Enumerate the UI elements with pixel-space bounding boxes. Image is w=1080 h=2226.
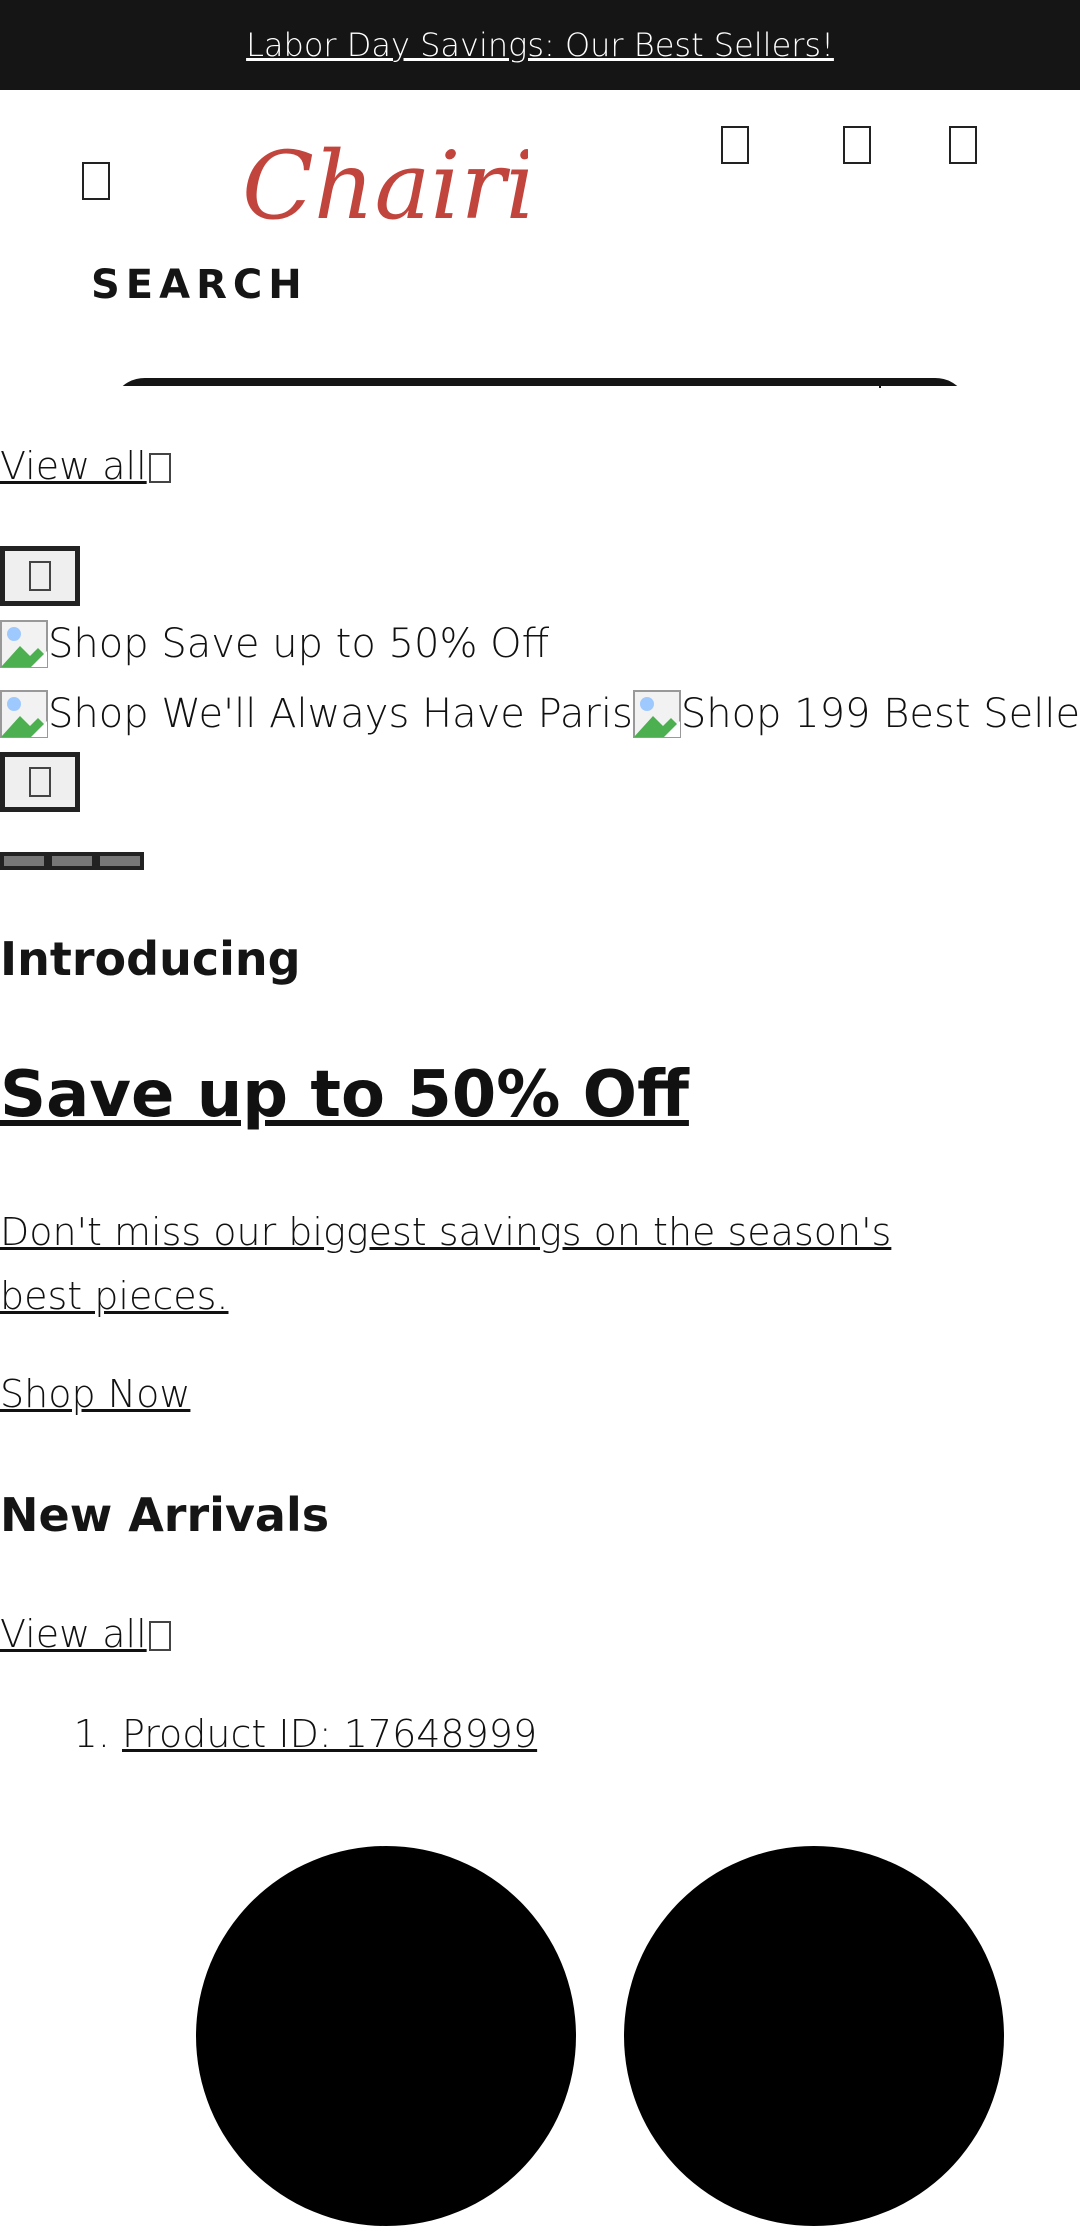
arrow-icon [148,1621,171,1651]
logo-text: Chairish [242,132,528,235]
search-label: SEARCH [91,262,308,308]
menu-icon[interactable] [82,162,110,200]
list-item: Product ID: 17648999 [122,1712,537,1756]
slide-alt-text: Shop We'll Always Have Paris [48,691,633,737]
carousel-view-all-row: View all [0,444,171,488]
top-banner: Labor Day Savings: Our Best Sellers! [0,0,1080,90]
chevron-left-icon [29,561,51,591]
carousel-slide-row-2: Shop We'll Always Have Paris Shop 199 Be… [0,690,1080,742]
product-list: Product ID: 17648999 [0,1712,537,1756]
broken-image-icon [0,690,48,738]
product-link[interactable]: Product ID: 17648999 [122,1712,537,1756]
carousel-slide-3[interactable]: Shop 199 Best Sellers [632,690,1080,738]
view-all-label: View all [0,1612,147,1656]
carousel-dots [0,852,144,870]
shop-now-link[interactable]: Shop Now [0,1372,190,1416]
slide-alt-text: Shop 199 Best Sellers [680,691,1080,737]
search-icon[interactable] [721,126,749,164]
heart-icon[interactable] [843,126,871,164]
new-arrivals-view-all-row: View all [0,1612,171,1656]
carousel-dot-1[interactable] [0,852,48,870]
search-divider [879,378,881,388]
carousel-slide-2[interactable]: Shop We'll Always Have Paris [0,690,633,738]
promo-subtitle-link[interactable]: Don't miss our biggest savings on the se… [0,1200,960,1328]
broken-image-icon [0,620,48,668]
carousel-next-button[interactable] [0,752,80,812]
chairish-logo[interactable]: Chairish [238,120,528,235]
banner-link[interactable]: Labor Day Savings: Our Best Sellers! [246,26,834,64]
carousel-dot-2[interactable] [48,852,96,870]
new-arrivals-view-all-link[interactable]: View all [0,1612,171,1656]
arrow-icon [148,453,171,483]
carousel-slide-row-1: Shop Save up to 50% Off [0,620,549,672]
broken-image-icon [632,690,681,738]
carousel-dot-3[interactable] [96,852,144,870]
view-all-label: View all [0,444,147,488]
product-image-placeholder[interactable] [196,1846,576,2226]
promo-eyebrow: Introducing [0,932,301,986]
carousel-prev-button[interactable] [0,546,80,606]
search-input[interactable] [110,378,970,386]
promo-title-link[interactable]: Save up to 50% Off [0,1058,689,1132]
cart-icon[interactable] [949,126,977,164]
slide-alt-text: Shop Save up to 50% Off [48,621,550,667]
carousel-slide-1[interactable]: Shop Save up to 50% Off [0,620,549,668]
carousel-view-all-link[interactable]: View all [0,444,171,488]
chevron-right-icon [29,767,51,797]
new-arrivals-heading: New Arrivals [0,1488,330,1542]
product-image-placeholder[interactable] [624,1846,1004,2226]
